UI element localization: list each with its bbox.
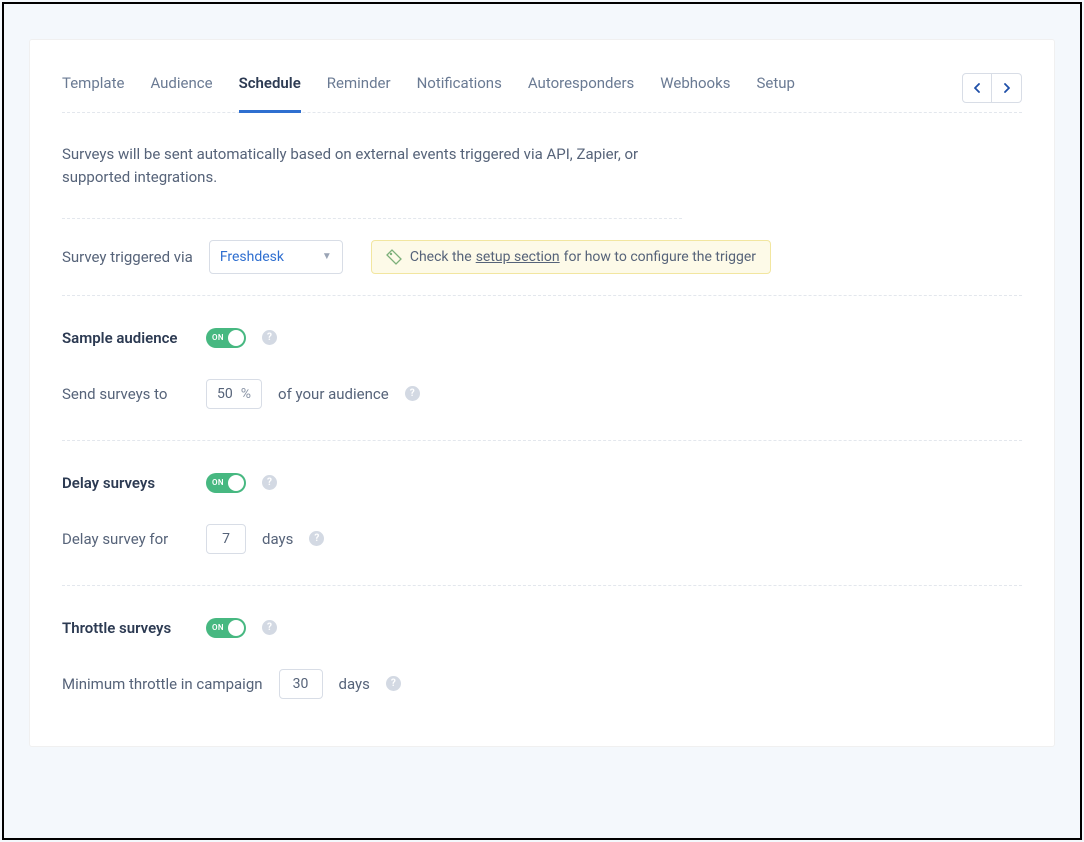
delay-surveys-title: Delay surveys: [62, 474, 190, 492]
help-icon[interactable]: ?: [405, 386, 420, 401]
chevron-down-icon: ▼: [322, 251, 332, 262]
tab-webhooks[interactable]: Webhooks: [660, 64, 730, 113]
hint-prefix: Check the: [410, 249, 472, 265]
throttle-surveys-toggle[interactable]: ON: [206, 618, 246, 638]
throttle-days-input[interactable]: 30: [279, 669, 323, 699]
toggle-on-label: ON: [212, 478, 224, 487]
sample-suffix: of your audience: [278, 385, 389, 403]
trigger-select[interactable]: Freshdesk ▼: [209, 240, 343, 274]
throttle-surveys-title: Throttle surveys: [62, 619, 190, 637]
delay-unit: days: [262, 530, 293, 548]
tab-notifications[interactable]: Notifications: [417, 64, 502, 113]
throttle-surveys-section: Throttle surveys ON ? Minimum throttle i…: [62, 586, 1022, 712]
trigger-row: Survey triggered via Freshdesk ▼ Check t…: [62, 239, 1022, 275]
trigger-select-value: Freshdesk: [220, 249, 284, 265]
schedule-panel: Template Audience Schedule Reminder Noti…: [30, 40, 1054, 746]
trigger-section: Survey triggered via Freshdesk ▼ Check t…: [62, 219, 1022, 296]
tab-setup[interactable]: Setup: [756, 64, 794, 113]
toggle-knob: [228, 620, 244, 636]
chevron-right-icon: [1003, 83, 1011, 93]
sample-title-row: Sample audience ON ?: [62, 320, 1022, 356]
send-surveys-label: Send surveys to: [62, 385, 190, 403]
toggle-knob: [228, 330, 244, 346]
delay-value-row: Delay survey for 7 days ?: [62, 521, 1022, 557]
delay-days-input[interactable]: 7: [206, 524, 246, 554]
tab-reminder[interactable]: Reminder: [327, 64, 391, 113]
delay-title-row: Delay surveys ON ?: [62, 465, 1022, 501]
throttle-unit: days: [339, 675, 370, 693]
delay-surveys-toggle[interactable]: ON: [206, 473, 246, 493]
throttle-title-row: Throttle surveys ON ?: [62, 610, 1022, 646]
help-icon[interactable]: ?: [262, 475, 277, 490]
sample-value-row: Send surveys to 50 % of your audience ?: [62, 376, 1022, 412]
tabs-header: Template Audience Schedule Reminder Noti…: [62, 64, 1022, 113]
chevron-left-icon: [973, 83, 981, 93]
throttle-label: Minimum throttle in campaign: [62, 675, 263, 693]
sample-percent-input[interactable]: 50 %: [206, 379, 262, 409]
nav-buttons: [962, 73, 1022, 103]
throttle-value-row: Minimum throttle in campaign 30 days ?: [62, 666, 1022, 702]
trigger-label: Survey triggered via: [62, 248, 193, 266]
sample-audience-toggle[interactable]: ON: [206, 328, 246, 348]
help-icon[interactable]: ?: [262, 330, 277, 345]
help-icon[interactable]: ?: [262, 620, 277, 635]
hint-suffix: for how to configure the trigger: [564, 249, 756, 265]
sample-audience-title: Sample audience: [62, 329, 190, 347]
nav-next-button[interactable]: [992, 73, 1022, 103]
intro-text: Surveys will be sent automatically based…: [62, 113, 682, 219]
tab-template[interactable]: Template: [62, 64, 124, 113]
tabs-list: Template Audience Schedule Reminder Noti…: [62, 64, 795, 112]
toggle-on-label: ON: [212, 623, 224, 632]
setup-section-link[interactable]: setup section: [476, 249, 560, 265]
trigger-hint: Check the setup section for how to confi…: [371, 240, 771, 274]
toggle-on-label: ON: [212, 333, 224, 342]
page-background: Template Audience Schedule Reminder Noti…: [2, 2, 1082, 840]
sample-audience-section: Sample audience ON ? Send surveys to 50 …: [62, 296, 1022, 441]
delay-days-value: 7: [222, 531, 230, 547]
throttle-days-value: 30: [293, 676, 309, 692]
help-icon[interactable]: ?: [386, 676, 401, 691]
tab-audience[interactable]: Audience: [150, 64, 212, 113]
nav-prev-button[interactable]: [962, 73, 992, 103]
delay-survey-label: Delay survey for: [62, 530, 190, 548]
tag-icon: [386, 249, 402, 265]
delay-surveys-section: Delay surveys ON ? Delay survey for 7 da…: [62, 441, 1022, 586]
help-icon[interactable]: ?: [309, 531, 324, 546]
sample-percent-value: 50: [217, 386, 233, 402]
tab-schedule[interactable]: Schedule: [239, 64, 301, 113]
toggle-knob: [228, 475, 244, 491]
tab-autoresponders[interactable]: Autoresponders: [528, 64, 634, 113]
sample-percent-unit: %: [241, 386, 251, 402]
